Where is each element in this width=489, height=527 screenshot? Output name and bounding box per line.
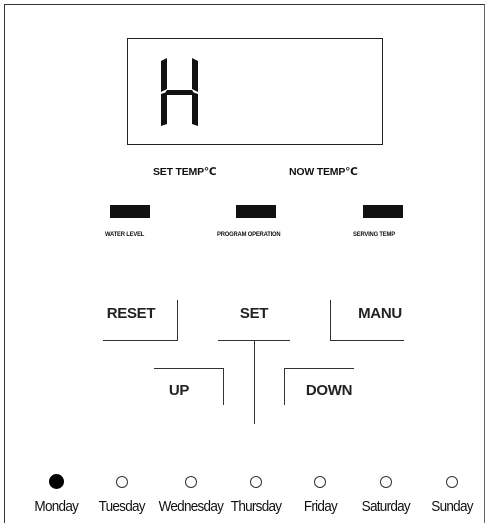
segment-top-left bbox=[161, 58, 167, 92]
day-label: Sunday bbox=[431, 498, 473, 515]
day-tuesday[interactable]: Tuesday bbox=[93, 476, 151, 515]
day-label: Tuesday bbox=[98, 498, 146, 515]
friday-dot-icon bbox=[314, 476, 326, 488]
down-button[interactable]: DOWN bbox=[299, 382, 359, 399]
reset-button-right-border bbox=[177, 300, 178, 340]
day-friday[interactable]: Friday bbox=[297, 476, 343, 515]
seven-segment-readout bbox=[161, 58, 198, 126]
down-button-left-border bbox=[284, 368, 285, 405]
up-button[interactable]: UP bbox=[162, 382, 196, 399]
sunday-dot-icon bbox=[446, 476, 458, 488]
program-operation-indicator bbox=[236, 205, 276, 218]
up-button-right-border bbox=[223, 368, 224, 405]
saturday-dot-icon bbox=[380, 476, 392, 488]
reset-button[interactable]: RESET bbox=[102, 305, 160, 322]
day-monday[interactable]: Monday bbox=[27, 474, 85, 515]
reset-button-bottom-border bbox=[103, 340, 178, 341]
manu-button-bottom-border bbox=[330, 340, 404, 341]
now-temp-label: NOW TEMP℃ bbox=[289, 166, 358, 178]
down-button-top-border bbox=[284, 368, 354, 369]
manu-button[interactable]: MANU bbox=[352, 305, 408, 322]
segment-top-right bbox=[192, 58, 198, 92]
water-level-indicator bbox=[110, 205, 150, 218]
up-button-top-border bbox=[154, 368, 224, 369]
day-thursday[interactable]: Thursday bbox=[226, 476, 286, 515]
segment-bottom-right bbox=[192, 92, 198, 126]
day-saturday[interactable]: Saturday bbox=[356, 476, 416, 515]
lcd-display: H bbox=[127, 38, 383, 145]
day-label: Thursday bbox=[230, 498, 282, 515]
day-wednesday[interactable]: Wednesday bbox=[156, 476, 226, 515]
day-label: Monday bbox=[34, 498, 78, 515]
set-temp-label: SET TEMP℃ bbox=[153, 166, 217, 178]
segment-middle bbox=[165, 90, 194, 95]
day-sunday[interactable]: Sunday bbox=[423, 476, 481, 515]
day-label: Saturday bbox=[361, 498, 411, 515]
set-button[interactable]: SET bbox=[230, 305, 278, 322]
serving-temp-label: SERVING TEMP bbox=[353, 231, 395, 238]
monday-selected-dot-icon bbox=[48, 474, 64, 489]
day-label: Wednesday bbox=[158, 498, 224, 515]
day-label: Friday bbox=[303, 498, 337, 515]
manu-button-left-border bbox=[330, 300, 331, 340]
program-operation-label: PROGRAM OPERATION bbox=[217, 231, 281, 238]
segment-bottom-left bbox=[161, 92, 167, 126]
water-level-label: WATER LEVEL bbox=[105, 231, 145, 238]
thursday-dot-icon bbox=[250, 476, 262, 488]
center-divider bbox=[254, 340, 255, 424]
wednesday-dot-icon bbox=[185, 476, 197, 488]
tuesday-dot-icon bbox=[116, 476, 128, 488]
serving-temp-indicator bbox=[363, 205, 403, 218]
